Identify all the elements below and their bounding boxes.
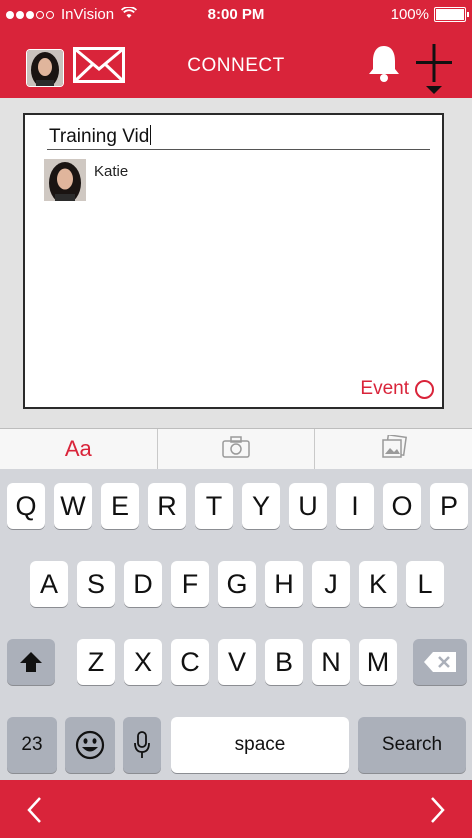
battery-icon <box>434 7 469 22</box>
key-d[interactable]: D <box>124 561 162 607</box>
search-key-label: Search <box>381 734 443 755</box>
input-underline <box>47 149 430 150</box>
numbers-key[interactable]: 23 <box>7 717 57 773</box>
camera-button[interactable] <box>158 429 316 469</box>
event-label: Event <box>360 378 409 399</box>
caret-down-icon[interactable] <box>426 86 442 94</box>
emoji-key[interactable] <box>65 717 115 773</box>
emoji-icon <box>75 730 105 760</box>
key-b[interactable]: B <box>265 639 303 685</box>
text-format-button[interactable]: Aa <box>0 429 158 469</box>
nav-bar: CONNECT <box>0 30 472 98</box>
suggestion-item[interactable]: Katie <box>44 159 128 201</box>
gallery-button[interactable] <box>315 429 472 469</box>
camera-icon <box>222 435 250 463</box>
photos-icon <box>381 433 407 464</box>
backspace-key[interactable] <box>413 639 467 685</box>
key-y[interactable]: Y <box>242 483 280 529</box>
key-m[interactable]: M <box>359 639 397 685</box>
key-p[interactable]: P <box>430 483 468 529</box>
compose-toolbar: Aa <box>0 428 472 470</box>
key-e[interactable]: E <box>101 483 139 529</box>
key-t[interactable]: T <box>195 483 233 529</box>
bell-icon[interactable] <box>366 43 402 88</box>
key-o[interactable]: O <box>383 483 421 529</box>
shift-key[interactable] <box>7 639 55 685</box>
key-n[interactable]: N <box>312 639 350 685</box>
key-i[interactable]: I <box>336 483 374 529</box>
status-bar: InVision 8:00 PM 100% <box>0 0 472 30</box>
text-cursor <box>150 125 152 145</box>
battery-fill <box>436 9 464 20</box>
space-key-label: space <box>234 734 286 755</box>
key-q[interactable]: Q <box>7 483 45 529</box>
space-key[interactable]: space <box>171 717 349 773</box>
suggestion-name: Katie <box>94 163 129 180</box>
key-x[interactable]: X <box>124 639 162 685</box>
microphone-icon <box>134 731 150 758</box>
key-z[interactable]: Z <box>77 639 115 685</box>
compose-card: Training Vid Katie Event <box>23 113 444 409</box>
add-icon[interactable] <box>414 42 454 89</box>
search-input-value: Training Vid <box>49 126 150 147</box>
key-c[interactable]: C <box>171 639 209 685</box>
key-s[interactable]: S <box>77 561 115 607</box>
forward-arrow-icon[interactable] <box>430 796 446 829</box>
text-format-label: Aa <box>64 436 92 461</box>
numbers-key-label: 23 <box>21 734 43 755</box>
battery-indicator: 100% <box>390 6 469 23</box>
key-f[interactable]: F <box>171 561 209 607</box>
key-g[interactable]: G <box>218 561 256 607</box>
microphone-key[interactable] <box>123 717 161 773</box>
compose-area: Training Vid Katie Event <box>0 98 472 428</box>
key-a[interactable]: A <box>30 561 68 607</box>
key-h[interactable]: H <box>265 561 303 607</box>
key-u[interactable]: U <box>289 483 327 529</box>
event-radio-icon[interactable] <box>415 379 434 399</box>
event-toggle[interactable]: Event <box>360 378 434 400</box>
key-l[interactable]: L <box>406 561 444 607</box>
search-input[interactable]: Training Vid <box>49 125 152 148</box>
battery-percent: 100% <box>390 6 429 23</box>
key-r[interactable]: R <box>148 483 186 529</box>
key-w[interactable]: W <box>54 483 92 529</box>
key-k[interactable]: K <box>359 561 397 607</box>
key-v[interactable]: V <box>218 639 256 685</box>
suggestion-avatar <box>44 159 86 201</box>
key-j[interactable]: J <box>312 561 350 607</box>
back-arrow-icon[interactable] <box>26 796 42 829</box>
bottom-nav-bar <box>0 780 472 838</box>
keyboard: 23 space Search QWERTYUIOP ASDFGHJKL ZXCVB… <box>0 469 472 780</box>
search-key[interactable]: Search <box>358 717 466 773</box>
